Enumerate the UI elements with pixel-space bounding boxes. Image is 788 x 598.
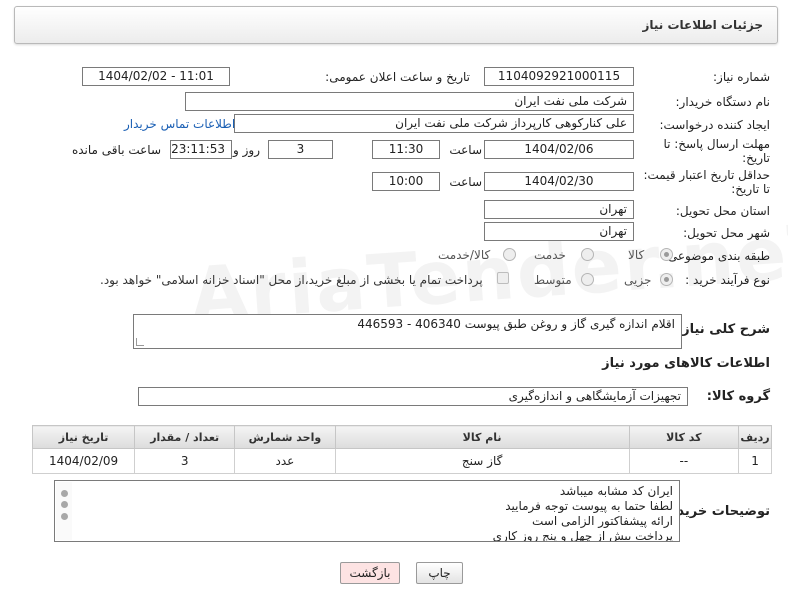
creator-field: علی کنارکوهی کارپرداز شرکت ملی نفت ایران bbox=[234, 114, 634, 133]
notes-line: پرداخت بیش از چهل و پنج روز کاری bbox=[492, 529, 673, 542]
category-radio-goods[interactable] bbox=[660, 248, 673, 261]
col-header-need-date: تاریخ نیاز bbox=[31, 425, 136, 449]
treasury-payment-note: پرداخت تمام یا بخشی از مبلغ خرید،از محل … bbox=[100, 273, 483, 287]
goods-group-label: گروه کالا: bbox=[706, 389, 770, 404]
announce-label: تاریخ و ساعت اعلان عمومی: bbox=[325, 70, 470, 84]
col-header-quantity: تعداد / مقدار bbox=[134, 425, 236, 449]
cell-unit: عدد bbox=[234, 448, 336, 474]
remaining-time-label: ساعت باقی مانده bbox=[71, 143, 161, 157]
process-option-minor: جزیی bbox=[624, 273, 652, 287]
print-button[interactable]: چاپ bbox=[416, 562, 463, 584]
treasury-payment-checkbox[interactable] bbox=[497, 272, 509, 284]
category-option-goods: کالا bbox=[628, 248, 645, 262]
goods-table: ردیف کد کالا نام کالا واحد شمارش تعداد /… bbox=[31, 425, 772, 474]
cell-quantity: 3 bbox=[134, 448, 236, 474]
need-number-field: 1104092921000115 bbox=[484, 67, 634, 86]
days-remaining-field: 3 bbox=[268, 140, 333, 159]
process-option-medium: متوسط bbox=[534, 273, 572, 287]
notes-scrollbar[interactable] bbox=[56, 482, 72, 540]
category-radio-service[interactable] bbox=[581, 248, 594, 261]
description-text: اقلام اندازه گیری گاز و روغن طبق پیوست 4… bbox=[357, 317, 675, 331]
notes-line: ایران کد مشابه میباشد bbox=[559, 484, 673, 498]
validity-time-field: 10:00 bbox=[372, 172, 440, 191]
category-option-service: خدمت bbox=[534, 248, 566, 262]
deadline-label-date: تاریخ: bbox=[742, 151, 770, 165]
process-label: نوع فرآیند خرید : bbox=[685, 273, 770, 287]
deadline-time-label: ساعت bbox=[449, 143, 482, 157]
notes-line: لطفا حتما به پیوست توجه فرمایید bbox=[505, 499, 673, 513]
province-field: تهران bbox=[484, 200, 634, 219]
remaining-time-field: 23:11:53 bbox=[170, 140, 232, 159]
notes-line: ارائه پیشفاکتور الزامی است bbox=[532, 514, 673, 528]
scroll-up-icon[interactable] bbox=[61, 490, 68, 497]
days-label: روز و bbox=[233, 143, 260, 157]
cell-code: -- bbox=[628, 448, 740, 474]
header-panel: جزئیات اطلاعات نیاز bbox=[14, 6, 778, 44]
table-header-row: ردیف کد کالا نام کالا واحد شمارش تعداد /… bbox=[31, 425, 772, 449]
buyer-org-label: نام دستگاه خریدار: bbox=[675, 95, 771, 109]
need-number-label: شماره نیاز: bbox=[713, 70, 770, 84]
province-label: استان محل تحویل: bbox=[675, 204, 770, 218]
announce-field: 1404/02/02 - 11:01 bbox=[82, 67, 230, 86]
category-label: طبقه بندی موضوعی: bbox=[663, 249, 770, 263]
process-radio-minor[interactable] bbox=[660, 273, 673, 286]
col-header-name: نام کالا bbox=[334, 425, 630, 449]
creator-label: ایجاد کننده درخواست: bbox=[659, 118, 770, 132]
col-header-unit: واحد شمارش bbox=[234, 425, 336, 449]
scroll-down-icon[interactable] bbox=[61, 513, 68, 520]
goods-group-field: تجهیزات آزمایشگاهی و اندازه‌گیری bbox=[138, 387, 688, 406]
process-radio-medium[interactable] bbox=[581, 273, 594, 286]
buyer-org-field: شرکت ملی نفت ایران bbox=[185, 92, 634, 111]
description-label: شرح کلی نیاز: bbox=[676, 322, 770, 337]
validity-time-label: ساعت bbox=[449, 175, 482, 189]
validity-label-date: تا تاریخ: bbox=[731, 182, 770, 196]
category-option-both: کالا/خدمت bbox=[438, 248, 491, 262]
resize-handle-icon[interactable] bbox=[136, 338, 144, 346]
deadline-time-field: 11:30 bbox=[372, 140, 440, 159]
col-header-row-number: ردیف bbox=[738, 425, 772, 449]
goods-info-title: اطلاعات کالاهای مورد نیاز bbox=[602, 356, 770, 371]
buyer-notes-textarea[interactable]: ایران کد مشابه میباشد لطفا حتما به پیوست… bbox=[54, 480, 680, 542]
deadline-label: مهلت ارسال پاسخ: تا bbox=[663, 137, 770, 151]
deadline-date-field: 1404/02/06 bbox=[484, 140, 634, 159]
contact-info-link[interactable]: اطلاعات تماس خریدار bbox=[124, 117, 235, 131]
back-button[interactable]: بازگشت bbox=[340, 562, 400, 584]
city-label: شهر محل تحویل: bbox=[683, 226, 770, 240]
page-title: جزئیات اطلاعات نیاز bbox=[642, 18, 763, 32]
validity-label: حداقل تاریخ اعتبار قیمت: bbox=[643, 168, 770, 182]
cell-name: گاز سنج bbox=[334, 448, 630, 474]
category-radio-both[interactable] bbox=[503, 248, 516, 261]
city-field: تهران bbox=[484, 222, 634, 241]
cell-row-number: 1 bbox=[738, 448, 772, 474]
scroll-thumb-icon[interactable] bbox=[61, 501, 68, 508]
table-row: 1 -- گاز سنج عدد 3 1404/02/09 bbox=[31, 448, 772, 474]
validity-date-field: 1404/02/30 bbox=[484, 172, 634, 191]
col-header-code: کد کالا bbox=[628, 425, 740, 449]
cell-need-date: 1404/02/09 bbox=[31, 448, 136, 474]
description-textarea[interactable]: اقلام اندازه گیری گاز و روغن طبق پیوست 4… bbox=[133, 314, 682, 349]
